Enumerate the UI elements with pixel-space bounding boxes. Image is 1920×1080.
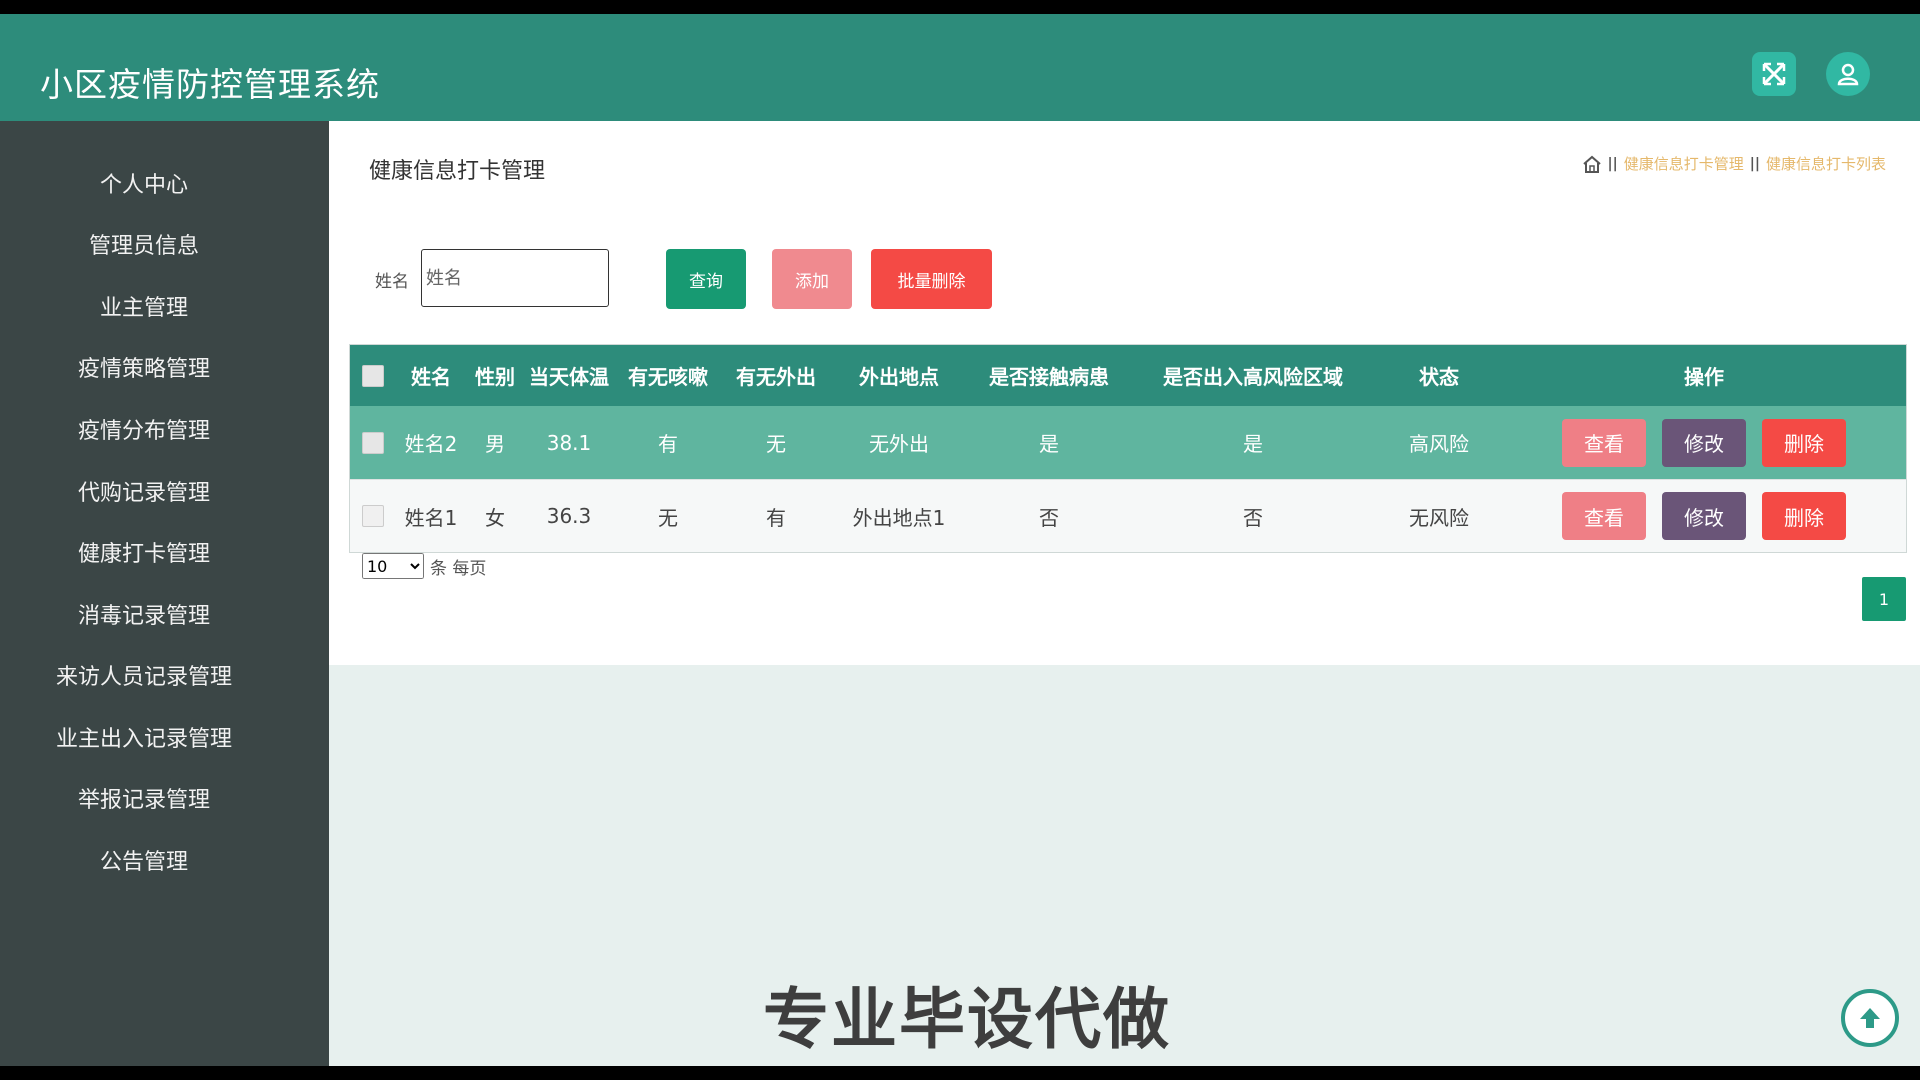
fullscreen-button[interactable]: [1752, 52, 1796, 96]
query-button[interactable]: 查询: [666, 249, 746, 309]
page-title: 健康信息打卡管理: [369, 159, 546, 184]
col-header-temperature: 当天体温: [529, 365, 609, 389]
health-checkin-table: 姓名 性别 当天体温 有无咳嗽 有无外出 外出地点 是否接触病患 是否出入高风险…: [349, 344, 1907, 553]
edit-button[interactable]: 修改: [1662, 492, 1746, 540]
cell-contact: 否: [1039, 505, 1059, 530]
sidebar-item-epidemic-distribution[interactable]: 疫情分布管理: [0, 413, 288, 445]
search-label: 姓名: [375, 272, 409, 292]
cell-location: 外出地点1: [852, 505, 946, 530]
col-header-high-risk-area: 是否出入高风险区域: [1163, 365, 1343, 389]
per-page-label: 条 每页: [430, 558, 487, 579]
cell-name: 姓名1: [404, 505, 458, 530]
view-button[interactable]: 查看: [1562, 418, 1646, 467]
col-header-gender: 性别: [475, 365, 515, 389]
main-content: 健康信息打卡管理 || 健康信息打卡管理 || 健康信息打卡列表 姓名 查询 添…: [329, 121, 1920, 1066]
sidebar-item-owner-management[interactable]: 业主管理: [0, 290, 288, 322]
sidebar-item-announcements[interactable]: 公告管理: [0, 844, 288, 876]
col-header-contact: 是否接触病患: [989, 365, 1109, 389]
col-header-went-out: 有无外出: [736, 365, 816, 389]
cell-gender: 女: [485, 505, 505, 530]
sidebar-item-admin-info[interactable]: 管理员信息: [0, 228, 288, 260]
cell-actions: 查看 修改 删除: [1502, 480, 1906, 552]
cell-status: 无风险: [1409, 505, 1469, 530]
back-to-top-button[interactable]: [1841, 989, 1899, 1047]
col-header-cough: 有无咳嗽: [628, 365, 708, 389]
cell-cough: 有: [658, 432, 678, 456]
breadcrumb-level1[interactable]: 健康信息打卡管理: [1624, 153, 1744, 174]
col-header-status: 状态: [1419, 365, 1459, 389]
user-icon: [1837, 63, 1859, 86]
cell-temperature: 36.3: [546, 504, 592, 528]
batch-delete-button[interactable]: 批量删除: [871, 249, 992, 309]
sidebar-item-purchase-records[interactable]: 代购记录管理: [0, 475, 288, 507]
page-size-control: 10 条 每页: [362, 553, 486, 579]
cell-gender: 男: [485, 432, 505, 456]
col-header-actions: 操作: [1684, 365, 1724, 389]
breadcrumb: || 健康信息打卡管理 || 健康信息打卡列表: [1582, 153, 1886, 174]
name-search-input[interactable]: [421, 249, 609, 307]
arrow-up-icon: [1860, 1008, 1880, 1028]
cell-temperature: 38.1: [546, 430, 592, 455]
cell-contact: 是: [1039, 432, 1059, 456]
cell-high-risk-area: 是: [1243, 432, 1263, 456]
user-menu-button[interactable]: [1826, 52, 1870, 96]
cell-cough: 无: [658, 505, 678, 530]
cell-location: 无外出: [869, 432, 929, 456]
cell-went-out: 有: [766, 505, 786, 530]
breadcrumb-separator: ||: [1607, 155, 1618, 172]
sidebar-item-visitor-records[interactable]: 来访人员记录管理: [0, 659, 288, 691]
fullscreen-icon: [1762, 62, 1786, 86]
home-icon[interactable]: [1582, 154, 1602, 174]
sidebar-item-health-checkin[interactable]: 健康打卡管理: [0, 536, 288, 568]
view-button[interactable]: 查看: [1562, 492, 1646, 540]
sidebar-item-epidemic-strategy[interactable]: 疫情策略管理: [0, 351, 288, 383]
add-button[interactable]: 添加: [772, 249, 852, 309]
cell-actions: 查看 修改 删除: [1502, 406, 1906, 479]
select-all-cell: [350, 345, 396, 406]
page-1-button[interactable]: 1: [1862, 577, 1906, 621]
app-title: 小区疫情防控管理系统: [40, 65, 380, 104]
row-select-cell: [350, 406, 396, 479]
breadcrumb-separator: ||: [1749, 155, 1760, 172]
sidebar-item-owner-access-records[interactable]: 业主出入记录管理: [0, 721, 288, 753]
row-select-cell: [350, 480, 396, 552]
row-checkbox[interactable]: [362, 431, 384, 454]
table-row[interactable]: 姓名1 女 36.3 无 有 外出地点1 否 否 无风险 查看 修改 删除: [350, 479, 1906, 552]
watermark-text: 专业毕设代做: [763, 981, 1171, 1058]
cell-went-out: 无: [766, 432, 786, 456]
table-header: 姓名 性别 当天体温 有无咳嗽 有无外出 外出地点 是否接触病患 是否出入高风险…: [350, 345, 1906, 406]
sidebar-item-report-records[interactable]: 举报记录管理: [0, 782, 288, 814]
sidebar-item-disinfection-records[interactable]: 消毒记录管理: [0, 598, 288, 630]
col-header-location: 外出地点: [859, 365, 939, 389]
page-size-select[interactable]: 10: [362, 553, 424, 579]
row-checkbox[interactable]: [362, 505, 384, 527]
sidebar: 个人中心 管理员信息 业主管理 疫情策略管理 疫情分布管理 代购记录管理 健康打…: [0, 121, 329, 1066]
cell-name: 姓名2: [404, 432, 458, 456]
table-row[interactable]: 姓名2 男 38.1 有 无 无外出 是 是 高风险 查看 修改 删除: [350, 406, 1906, 479]
cell-high-risk-area: 否: [1243, 505, 1263, 530]
delete-button[interactable]: 删除: [1762, 418, 1846, 467]
select-all-checkbox[interactable]: [362, 364, 384, 387]
top-header: 小区疫情防控管理系统: [0, 14, 1920, 121]
delete-button[interactable]: 删除: [1762, 492, 1846, 540]
edit-button[interactable]: 修改: [1662, 418, 1746, 467]
col-header-name: 姓名: [411, 365, 451, 389]
sidebar-item-personal-center[interactable]: 个人中心: [0, 167, 288, 199]
cell-status: 高风险: [1409, 432, 1469, 456]
bottom-border: [0, 1066, 1920, 1080]
breadcrumb-level2[interactable]: 健康信息打卡列表: [1766, 153, 1886, 174]
content-panel: 健康信息打卡管理 || 健康信息打卡管理 || 健康信息打卡列表 姓名 查询 添…: [329, 121, 1920, 665]
